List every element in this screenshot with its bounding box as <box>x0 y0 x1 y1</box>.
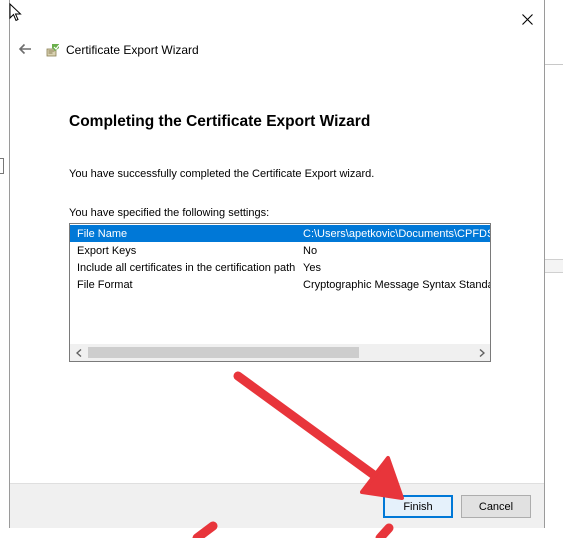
horizontal-scrollbar[interactable] <box>70 344 490 361</box>
certificate-wizard-icon <box>46 44 60 57</box>
setting-value: Yes <box>303 261 321 274</box>
background-window-scrollbar <box>545 259 563 273</box>
scrollbar-thumb[interactable] <box>88 347 359 358</box>
success-message: You have successfully completed the Cert… <box>69 168 375 180</box>
finish-button[interactable]: Finish <box>383 495 453 518</box>
setting-name: File Format <box>77 278 133 291</box>
background-window-edge-left <box>0 158 4 174</box>
cancel-button[interactable]: Cancel <box>461 495 531 518</box>
back-button[interactable] <box>16 40 34 58</box>
chevron-right-icon <box>479 348 485 357</box>
settings-row-include-certificates[interactable]: Include all certificates in the certific… <box>70 259 490 276</box>
settings-list[interactable]: File Name C:\Users\apetkovic\Documents\C… <box>69 223 491 362</box>
setting-name: Include all certificates in the certific… <box>77 261 296 274</box>
page-heading: Completing the Certificate Export Wizard <box>69 113 371 130</box>
close-button[interactable] <box>516 8 538 30</box>
scroll-left-button[interactable] <box>70 344 87 361</box>
setting-value: No <box>303 244 318 257</box>
certificate-export-wizard-dialog: Certificate Export Wizard Completing the… <box>9 0 545 528</box>
settings-row-export-keys[interactable]: Export Keys No <box>70 242 490 259</box>
window-title: Certificate Export Wizard <box>66 43 199 57</box>
mouse-cursor-icon <box>9 3 22 22</box>
setting-value: C:\Users\apetkovic\Documents\CPFDS <box>303 227 491 240</box>
settings-row-file-name[interactable]: File Name C:\Users\apetkovic\Documents\C… <box>70 225 490 242</box>
setting-value: Cryptographic Message Syntax Standa <box>303 278 491 291</box>
scroll-right-button[interactable] <box>473 344 490 361</box>
close-icon <box>521 13 533 25</box>
setting-name: Export Keys <box>77 244 137 257</box>
back-arrow-icon <box>18 43 31 55</box>
settings-row-file-format[interactable]: File Format Cryptographic Message Syntax… <box>70 276 490 293</box>
setting-name: File Name <box>77 227 128 240</box>
chevron-left-icon <box>75 348 81 357</box>
background-window-edge <box>545 64 563 65</box>
dialog-footer: Finish Cancel <box>10 483 544 528</box>
settings-label: You have specified the following setting… <box>69 207 270 219</box>
